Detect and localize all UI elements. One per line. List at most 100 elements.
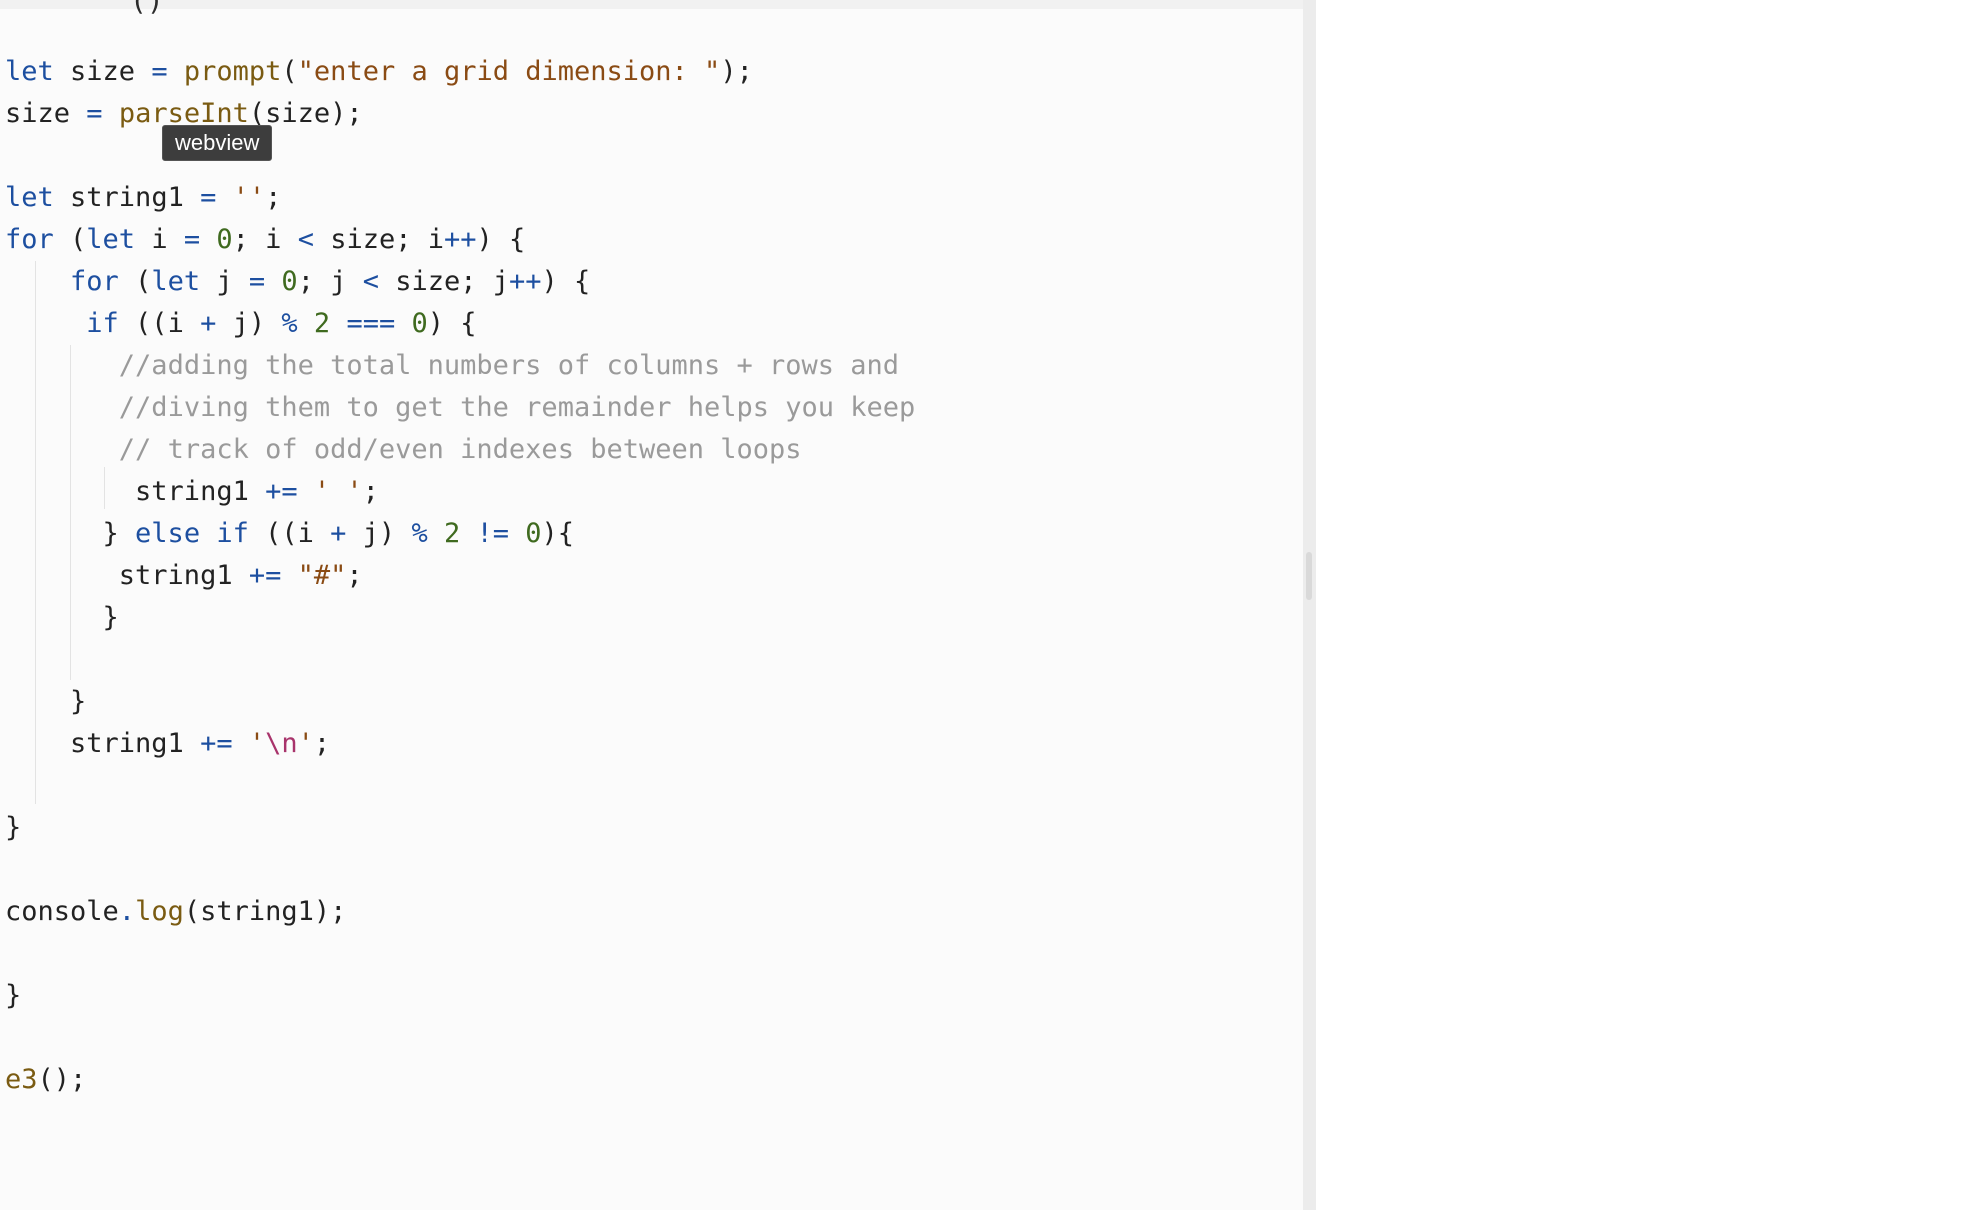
code-token: "enter a grid dimension: " xyxy=(297,56,721,87)
code-token: 0 xyxy=(525,518,542,549)
code-token: += xyxy=(265,476,298,507)
code-token: else xyxy=(135,518,201,549)
code-line[interactable]: let string1 = ''; xyxy=(5,177,915,219)
code-token: 0 xyxy=(411,308,428,339)
code-token: '' xyxy=(232,182,266,213)
code-token: += xyxy=(248,560,282,591)
code-token: ; xyxy=(362,476,379,507)
code-token: let xyxy=(5,182,54,213)
code-token: let xyxy=(151,266,201,297)
code-line[interactable] xyxy=(5,135,915,177)
code-token: = xyxy=(200,182,217,213)
code-token: = xyxy=(151,56,168,87)
code-token: } xyxy=(5,686,87,717)
code-token: += xyxy=(200,728,233,759)
code-line[interactable]: e3(); xyxy=(5,1059,915,1101)
code-line[interactable]: console.log(string1); xyxy=(5,891,915,933)
code-token: } xyxy=(5,602,119,633)
code-editor[interactable]: () let size = prompt ( "enter a grid dimen… xyxy=(0,0,1303,1210)
code-line[interactable]: size = parseInt(size); xyxy=(5,93,915,135)
code-line[interactable]: } else if ((i + j) % 2 != 0){ xyxy=(5,513,915,555)
code-token: } xyxy=(5,812,22,843)
code-token: j) xyxy=(346,518,412,549)
code-token: ' ' xyxy=(313,476,363,507)
code-token: ; xyxy=(313,728,331,759)
code-token: ( xyxy=(118,266,152,297)
code-token: //diving them to get the remainder helps… xyxy=(118,392,916,423)
code-token: console xyxy=(5,896,119,927)
code-token: \n xyxy=(265,728,298,759)
code-line[interactable] xyxy=(5,933,915,975)
code-token: // track of odd/even indexes between loo… xyxy=(118,434,802,465)
code-token: + xyxy=(200,308,217,339)
code-line[interactable]: let size = prompt("enter a grid dimensio… xyxy=(5,51,915,93)
code-line[interactable]: string1 += "#"; xyxy=(5,555,915,597)
code-token: 0 xyxy=(281,266,298,297)
code-token: % xyxy=(281,308,298,339)
code-token: < xyxy=(297,224,314,255)
code-token: "#" xyxy=(297,560,347,591)
code-token: let xyxy=(5,56,54,87)
code-token: size xyxy=(53,56,152,87)
code-line[interactable]: for (let i = 0; i < size; i++) { xyxy=(5,219,915,261)
code-token: ; i xyxy=(232,224,298,255)
code-line[interactable]: for (let j = 0; j < size; j++) { xyxy=(5,261,915,303)
code-token: prompt xyxy=(183,56,282,87)
code-token: = xyxy=(248,266,266,297)
code-token: + xyxy=(330,518,347,549)
webview-tooltip: webview xyxy=(162,125,273,161)
code-token: string1 xyxy=(5,476,266,507)
code-token: for xyxy=(70,266,119,297)
code-line[interactable]: } xyxy=(5,807,915,849)
code-line[interactable] xyxy=(5,765,915,807)
code-line[interactable]: // track of odd/even indexes between loo… xyxy=(5,429,915,471)
code-token: ) { xyxy=(476,224,526,255)
code-token: ; xyxy=(346,560,363,591)
code-text[interactable]: let size = prompt ( "enter a grid dimensio… xyxy=(5,51,915,1101)
code-token: string1 xyxy=(5,728,201,759)
code-token: for xyxy=(5,224,54,255)
splitter-grip-handle[interactable] xyxy=(1306,552,1312,600)
code-token: % xyxy=(411,518,428,549)
code-line[interactable] xyxy=(5,639,915,681)
code-token: . xyxy=(118,896,136,927)
code-token: ' xyxy=(297,728,314,759)
code-token: ++ xyxy=(509,266,542,297)
code-token: 0 xyxy=(216,224,233,255)
code-line[interactable] xyxy=(5,849,915,891)
code-line[interactable]: if ((i + j) % 2 === 0) { xyxy=(5,303,915,345)
code-line[interactable]: } xyxy=(5,681,915,723)
code-line[interactable]: } xyxy=(5,597,915,639)
code-line[interactable]: string1 += ' '; xyxy=(5,471,915,513)
code-line[interactable] xyxy=(5,1017,915,1059)
code-token: === xyxy=(346,308,396,339)
code-token: ) { xyxy=(427,308,477,339)
code-token: (string1); xyxy=(183,896,347,927)
previous-line-text: () xyxy=(130,0,164,17)
code-line[interactable]: } xyxy=(5,975,915,1017)
screen: () let size = prompt ( "enter a grid dimen… xyxy=(0,0,1976,1210)
code-line[interactable]: //adding the total numbers of columns + … xyxy=(5,345,915,387)
code-token: = xyxy=(183,224,201,255)
pane-splitter[interactable] xyxy=(1303,0,1316,1210)
code-line[interactable]: string1 += '\n'; xyxy=(5,723,915,765)
code-line[interactable]: //diving them to get the remainder helps… xyxy=(5,387,916,429)
code-token: ) { xyxy=(541,266,591,297)
code-token: 2 xyxy=(443,518,461,549)
code-token: } xyxy=(5,980,22,1011)
code-token: ; xyxy=(265,182,282,213)
